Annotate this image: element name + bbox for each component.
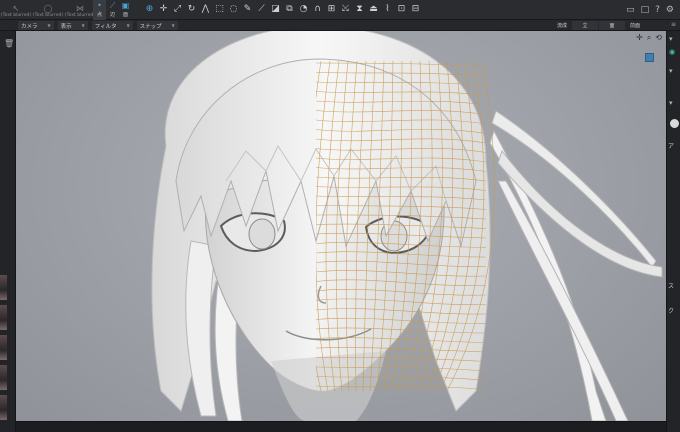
rect-select-icon[interactable]: ⬚	[213, 2, 226, 16]
shape-icon[interactable]: ◔	[297, 2, 310, 16]
group-select-label: (Text blurred)	[32, 13, 64, 18]
tab-stand[interactable]: 立	[572, 21, 599, 30]
thumbnail-strip	[0, 275, 7, 425]
lasso-icon[interactable]: ◌	[227, 2, 240, 16]
thumbnail[interactable]	[0, 335, 7, 360]
chevron-down-icon: ▼	[81, 23, 85, 28]
trash-icon[interactable]: 🗑	[4, 39, 14, 48]
snap-menu-label: スナップ	[139, 23, 162, 30]
stamp-icon[interactable]: ⏏	[367, 2, 380, 16]
mode-group: ↖ (Text blurred) ◯ (Text blurred) ⋈ (Tex…	[0, 0, 96, 20]
chevron-down-icon: ▼	[171, 23, 175, 28]
group-select-button[interactable]: ◯ (Text blurred)	[32, 0, 64, 20]
vertex-icon: •	[97, 1, 102, 10]
viewport-nav: ✛ ⌕ ⟲	[636, 33, 662, 43]
pen-icon[interactable]: ✎	[241, 2, 254, 16]
thumbnail[interactable]	[0, 365, 7, 390]
cursor-icon: ↖	[12, 4, 20, 13]
orbit-icon[interactable]: ⟲	[655, 33, 662, 43]
symmetry-edit-label: (Text blurred)	[64, 13, 96, 18]
copy-icon[interactable]: ⧉	[283, 2, 296, 16]
tab-flow[interactable]: 流成	[553, 21, 571, 30]
panel-menu-icon[interactable]: ≡	[671, 21, 676, 28]
object-select-label: (Text blurred)	[0, 13, 32, 18]
display-menu-label: 表示	[60, 23, 72, 30]
render-icon[interactable]: ⊡	[395, 2, 408, 16]
merge-icon[interactable]: ⤩	[339, 2, 352, 16]
thumbnail[interactable]	[0, 275, 7, 300]
view-menu-bar: カメラ ▼ 表示 ▼ フィルタ ▼ スナップ ▼ 流成 立 面 前面 ≡	[0, 20, 680, 31]
zoom-icon[interactable]: ⌕	[647, 33, 651, 43]
head-model	[151, 31, 663, 421]
left-panel: 🗑	[0, 31, 16, 432]
target-icon[interactable]: ◉	[669, 48, 675, 56]
edge-label: 辺	[109, 12, 115, 18]
material-swatch[interactable]	[670, 119, 679, 128]
filter-menu[interactable]: フィルタ ▼	[91, 21, 133, 30]
side-lock	[185, 240, 217, 417]
face-icon: ▣	[121, 1, 130, 10]
main-toolbar: ↖ (Text blurred) ◯ (Text blurred) ⋈ (Tex…	[0, 0, 680, 20]
fill-icon[interactable]: ◪	[269, 2, 282, 16]
tab-front[interactable]: 前面	[626, 21, 644, 30]
chevron-down-icon[interactable]: ▾	[669, 35, 673, 43]
chevron-down-icon[interactable]: ▾	[669, 67, 673, 75]
axis-icon[interactable]: ⋀	[199, 2, 212, 16]
camera-menu-label: カメラ	[21, 23, 38, 30]
view-cube[interactable]	[645, 53, 654, 62]
rotate-icon[interactable]: ↻	[185, 2, 198, 16]
view-menus: カメラ ▼ 表示 ▼ フィルタ ▼ スナップ ▼	[18, 21, 178, 30]
symmetry-edit-button[interactable]: ⋈ (Text blurred)	[64, 0, 96, 20]
panel-label: ア	[668, 143, 675, 150]
panel-tabs: 流成 立 面 前面	[553, 21, 644, 30]
brush-icon[interactable]: ⌇	[381, 2, 394, 16]
panel-label: ク	[668, 308, 675, 315]
chevron-down-icon: ▼	[126, 23, 130, 28]
world-icon[interactable]: ⊕	[143, 2, 156, 16]
chevron-down-icon: ▼	[47, 23, 51, 28]
vertex-label: 点	[96, 12, 102, 18]
export-icon[interactable]: ⊟	[409, 2, 422, 16]
camera-menu[interactable]: カメラ ▼	[18, 21, 54, 30]
help-icon[interactable]: ?	[655, 5, 660, 15]
right-panel: ▾ ◉ ▾ ▾ ア ス ク	[666, 31, 680, 432]
knife-icon[interactable]: ⟋	[255, 2, 268, 16]
thumbnail[interactable]	[0, 305, 7, 330]
layout-icon[interactable]: ▭	[626, 5, 635, 15]
face-label: 面	[122, 12, 128, 18]
left-iris	[248, 218, 276, 250]
bevel-icon[interactable]: ⧗	[353, 2, 366, 16]
tool-row: ⊕ ✛ ⤢ ↻ ⋀ ⬚ ◌ ✎ ⟋ ◪ ⧉ ◔ ∩ ⊞ ⤩ ⧗ ⏏ ⌇ ⊡ ⊟	[143, 2, 422, 16]
object-select-button[interactable]: ↖ (Text blurred)	[0, 0, 32, 20]
butterfly-icon: ⋈	[76, 4, 84, 13]
neck	[271, 351, 386, 421]
edge-mode-button[interactable]: ⟋ 辺	[106, 0, 119, 20]
filter-menu-label: フィルタ	[94, 23, 117, 30]
group-icon: ◯	[43, 4, 53, 13]
chevron-down-icon[interactable]: ▾	[669, 99, 673, 107]
grid-cut-icon[interactable]: ⊞	[325, 2, 338, 16]
move-icon[interactable]: ✛	[157, 2, 170, 16]
thumbnail[interactable]	[0, 395, 7, 420]
edge-icon: ⟋	[109, 1, 116, 10]
toolbar-right: ▭ □ ? ⚙	[626, 0, 680, 20]
display-menu[interactable]: 表示 ▼	[57, 21, 88, 30]
3d-viewport[interactable]: ✛ ⌕ ⟲	[16, 31, 666, 421]
settings-icon[interactable]: ⚙	[666, 5, 674, 15]
panel-label: ス	[668, 283, 675, 290]
selection-mode-group: • 点 ⟋ 辺 ▣ 面	[93, 0, 132, 20]
face-mode-button[interactable]: ▣ 面	[119, 0, 132, 20]
tab-face[interactable]: 面	[599, 21, 626, 30]
window-icon[interactable]: □	[641, 5, 650, 15]
arch-icon[interactable]: ∩	[311, 2, 324, 16]
scale-arrow-icon[interactable]: ⤢	[171, 2, 184, 16]
status-bar	[16, 421, 666, 432]
pan-icon[interactable]: ✛	[636, 33, 643, 43]
snap-menu[interactable]: スナップ ▼	[136, 21, 178, 30]
vertex-mode-button[interactable]: • 点	[93, 0, 106, 20]
